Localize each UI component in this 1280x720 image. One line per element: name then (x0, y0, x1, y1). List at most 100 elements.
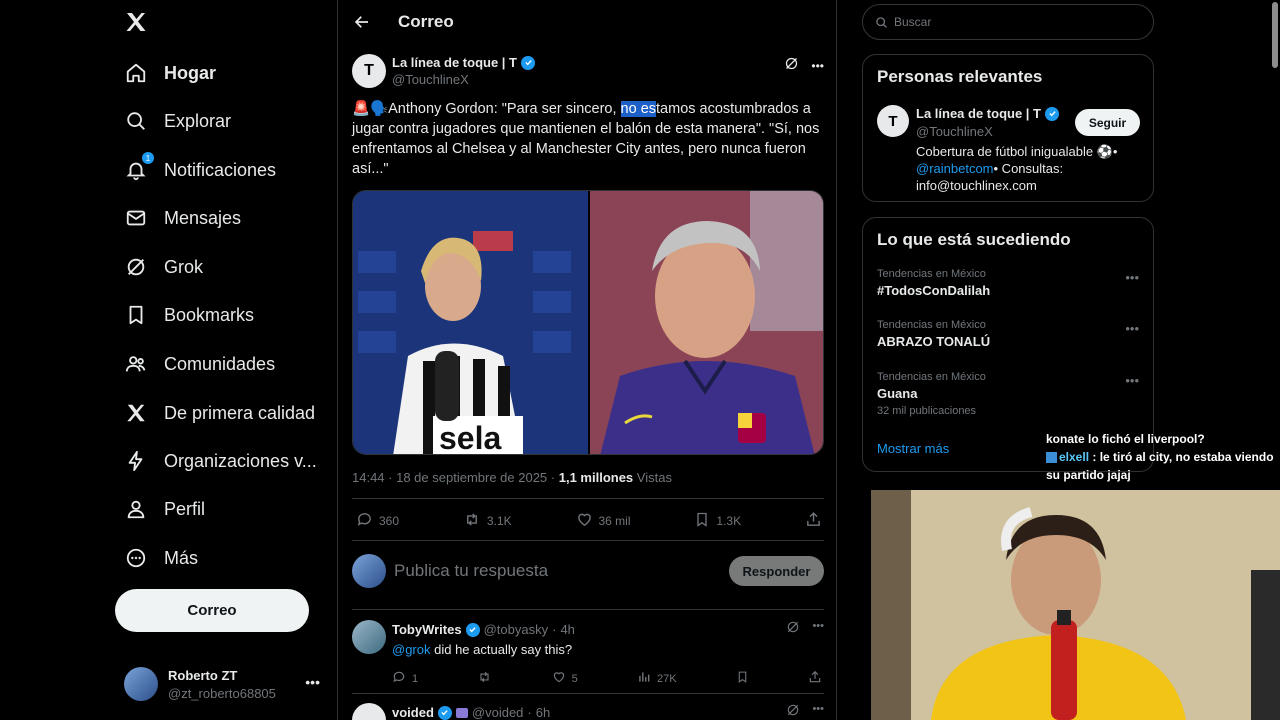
card-title: Personas relevantes (877, 67, 1043, 86)
trend-item[interactable]: Tendencias en México ABRAZO TONALÚ ••• (877, 319, 1147, 349)
grok-icon[interactable] (786, 620, 800, 639)
bookmark-button[interactable] (736, 670, 749, 687)
trend-context: Tendencias en México (877, 268, 986, 280)
more-icon[interactable]: ••• (1125, 321, 1139, 336)
webcam-overlay (871, 490, 1280, 720)
sidebar-item-more[interactable]: Más (124, 538, 198, 578)
bio-text: Cobertura de fútbol inigualable ⚽• (916, 144, 1118, 159)
mention-link[interactable]: @rainbetcom (916, 161, 994, 176)
search-bar[interactable] (862, 4, 1154, 40)
share-icon (805, 511, 822, 531)
sidebar-item-bookmarks[interactable]: Bookmarks (124, 295, 254, 335)
sidebar-item-label: Comunidades (164, 353, 276, 374)
relevant-name-row[interactable]: La línea de toque | T (916, 106, 1059, 121)
reply-tweet[interactable]: TobyWrites @tobyasky · 4h ••• @grok did … (352, 620, 824, 690)
avatar[interactable] (352, 620, 386, 654)
bookmark-button[interactable]: 1.3K (694, 511, 741, 531)
reply-author-handle[interactable]: @voided (472, 705, 524, 720)
sidebar-item-label: Grok (164, 256, 204, 277)
bookmark-icon (694, 511, 710, 531)
more-icon[interactable]: ••• (812, 703, 824, 720)
sidebar-item-explore[interactable]: Explorar (124, 101, 231, 141)
x-logo-icon[interactable] (124, 10, 148, 34)
post-button[interactable]: Correo (115, 589, 309, 632)
follow-button[interactable]: Seguir (1075, 109, 1140, 136)
more-circle-icon (124, 546, 148, 570)
sidebar-item-communities[interactable]: Comunidades (124, 344, 275, 384)
more-icon[interactable]: ••• (812, 620, 824, 639)
reply-author-name[interactable]: voided (392, 705, 434, 720)
reply-time[interactable]: 4h (560, 622, 574, 637)
reply-time[interactable]: 6h (536, 705, 550, 720)
retweet-button[interactable]: 3.1K (463, 511, 512, 531)
scrollbar-thumb[interactable] (1272, 2, 1278, 68)
more-icon[interactable]: ••• (1125, 270, 1139, 285)
tweet-text-selection: no es (620, 101, 657, 117)
trend-count: 32 mil publicaciones (877, 405, 977, 417)
sidebar-item-label: De primera calidad (164, 402, 316, 423)
stream-chat-overlay: konate lo fichó el liverpool? elxell : l… (1046, 430, 1280, 484)
sidebar-item-profile[interactable]: Perfil (124, 489, 205, 529)
scrollbar[interactable] (1270, 0, 1280, 720)
like-button[interactable]: 5 (552, 670, 578, 687)
back-arrow-icon[interactable] (352, 12, 372, 32)
like-button[interactable]: 36 mil (576, 511, 631, 531)
avatar[interactable] (352, 703, 386, 720)
avatar[interactable]: T (877, 105, 909, 137)
account-switcher[interactable]: Roberto ZT @zt_roberto68805 ••• (124, 662, 324, 706)
sidebar-item-home[interactable]: Hogar (124, 53, 216, 93)
views-button[interactable]: 27K (637, 670, 677, 687)
reply-author-name[interactable]: TobyWrites (392, 622, 462, 637)
relevant-people-card: Personas relevantes T La línea de toque … (862, 54, 1154, 202)
trend-item[interactable]: Tendencias en México Guana 32 mil public… (877, 371, 1147, 417)
author-avatar[interactable]: T (352, 54, 386, 88)
page-title: Correo (398, 12, 454, 31)
like-count: 5 (571, 672, 578, 685)
media-image-player[interactable]: sela (353, 191, 588, 454)
sidebar-item-label: Hogar (164, 62, 217, 83)
media-image-coach[interactable] (588, 191, 823, 454)
search-input[interactable] (894, 15, 1134, 29)
author-name-row[interactable]: La línea de toque | T (392, 55, 535, 70)
reply-composer: Publica tu respuesta Responder (352, 553, 824, 589)
more-icon[interactable]: ••• (811, 59, 824, 73)
tweet-views-label: Vistas (636, 470, 672, 485)
reply-tweet[interactable]: voided @voided · 6h ••• (352, 703, 824, 720)
tweet-time[interactable]: 14:44 (352, 470, 385, 485)
mention-link[interactable]: @grok (392, 642, 431, 657)
grok-icon[interactable] (784, 56, 799, 76)
share-button[interactable] (805, 511, 822, 531)
header: Correo (338, 0, 836, 44)
sidebar-item-notifications[interactable]: 1 Notificaciones (124, 150, 276, 190)
grok-icon[interactable] (786, 703, 800, 720)
verified-badge-icon (1045, 106, 1059, 121)
tweet-media[interactable]: sela (352, 190, 824, 455)
sidebar-item-grok[interactable]: Grok (124, 247, 203, 287)
chart-icon (637, 670, 651, 687)
relevant-handle[interactable]: @TouchlineX (916, 124, 993, 139)
x-logo-icon (124, 401, 148, 425)
reply-button[interactable]: 360 (356, 511, 399, 531)
more-icon[interactable]: ••• (305, 674, 320, 690)
sidebar-item-premium[interactable]: De primera calidad (124, 393, 315, 433)
trend-item[interactable]: Tendencias en México #TodosConDalilah ••… (877, 268, 1147, 298)
reply-button[interactable]: 1 (392, 670, 418, 687)
like-count: 36 mil (598, 514, 631, 528)
author-handle[interactable]: @TouchlineX (392, 72, 469, 87)
tweet-date[interactable]: 18 de septiembre de 2025 (396, 470, 547, 485)
main-column: Correo T La línea de toque | T @Touchlin… (337, 0, 837, 720)
show-more-link[interactable]: Mostrar más (877, 441, 949, 456)
account-name: Roberto ZT (168, 667, 238, 683)
divider (352, 693, 824, 694)
tweet-text-part: 🚨🗣️Anthony Gordon: "Para ser sincero, (352, 101, 621, 117)
lightning-icon (124, 449, 148, 473)
reply-input[interactable]: Publica tu respuesta (394, 561, 729, 581)
retweet-button[interactable] (477, 670, 492, 687)
reply-author-handle[interactable]: @tobyasky (484, 622, 549, 637)
sidebar-item-organizations[interactable]: Organizaciones v... (124, 441, 317, 481)
affiliate-badge-icon (455, 707, 468, 718)
share-button[interactable] (808, 670, 822, 687)
reply-submit-button[interactable]: Responder (729, 556, 824, 586)
sidebar-item-messages[interactable]: Mensajes (124, 198, 241, 238)
more-icon[interactable]: ••• (1125, 373, 1139, 388)
